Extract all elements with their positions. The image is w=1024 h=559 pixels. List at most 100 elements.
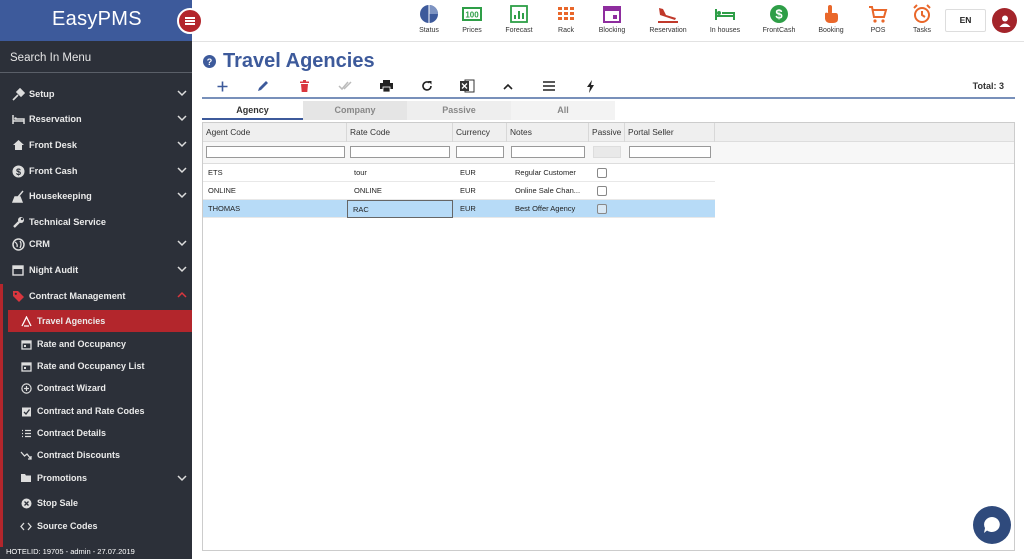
- app-logo[interactable]: EasyPMS: [52, 8, 142, 31]
- tab-passive[interactable]: Passive: [407, 101, 511, 120]
- column-header-portal-seller[interactable]: Portal Seller: [625, 123, 715, 142]
- top-toolbar: Status 100 Prices Forecast Rack Blocking…: [192, 0, 1024, 42]
- column-header-currency[interactable]: Currency: [453, 123, 507, 142]
- trend-down-icon: [20, 449, 32, 461]
- table-row-selected[interactable]: THOMAS RAC EUR Best Offer Agency: [203, 200, 715, 218]
- sidebar-item-label: Front Cash: [29, 166, 78, 176]
- toolbar-label: Tasks: [913, 27, 931, 34]
- sidebar-item-technical-service[interactable]: Technical Service: [0, 211, 192, 233]
- delete-button[interactable]: [296, 79, 312, 93]
- grid-filter-row: [203, 142, 1014, 164]
- menu-button[interactable]: [541, 79, 557, 93]
- lightning-icon: [586, 79, 594, 93]
- tab-all[interactable]: All: [511, 101, 615, 120]
- toolbar-in-houses[interactable]: In houses: [697, 4, 753, 38]
- app-root: EasyPMS Search In Menu Setup Reservation…: [0, 0, 1024, 559]
- page-title: Travel Agencies: [223, 50, 375, 72]
- sidebar-subitem-label: Contract and Rate Codes: [37, 406, 145, 416]
- column-header-notes[interactable]: Notes: [507, 123, 589, 142]
- grid-icon: [558, 7, 574, 20]
- folder-icon: [20, 472, 32, 484]
- sidebar-subitem-contract-wizard[interactable]: Contract Wizard: [8, 377, 192, 399]
- filter-portal-seller-input[interactable]: [629, 146, 711, 158]
- column-header-rate-code[interactable]: Rate Code: [347, 123, 453, 142]
- column-header-passive[interactable]: Passive: [589, 123, 625, 142]
- price-tag-icon: 100: [462, 7, 482, 21]
- calendar-icon: [20, 338, 32, 350]
- globe-icon: [11, 237, 25, 251]
- cell-rate-code: tour: [354, 168, 367, 177]
- passive-checkbox[interactable]: [597, 186, 607, 196]
- sidebar-item-reservation[interactable]: Reservation: [0, 108, 192, 130]
- add-button[interactable]: [214, 79, 230, 93]
- sidebar-subitem-travel-agencies[interactable]: Travel Agencies: [8, 310, 192, 332]
- hamburger-icon: [543, 81, 555, 91]
- sidebar-subitem-source-codes[interactable]: Source Codes: [8, 515, 192, 537]
- export-excel-button[interactable]: [459, 79, 475, 93]
- sidebar-item-front-cash[interactable]: $ Front Cash: [0, 160, 192, 182]
- user-profile-button[interactable]: [992, 8, 1017, 33]
- cell-agent-code: ETS: [208, 168, 223, 177]
- sidebar-item-contract-management[interactable]: Contract Management: [0, 285, 192, 307]
- filter-agent-code-input[interactable]: [206, 146, 345, 158]
- sidebar-subitem-contract-and-rate-codes[interactable]: Contract and Rate Codes: [8, 400, 192, 422]
- toolbar-label: Blocking: [598, 27, 626, 34]
- chat-button[interactable]: [973, 506, 1011, 544]
- sidebar-subitem-label: Source Codes: [37, 521, 98, 531]
- sidebar-subitem-label: Contract Wizard: [37, 383, 106, 393]
- toolbar-frontcash[interactable]: $ FrontCash: [751, 4, 807, 38]
- hamburger-icon: [185, 20, 195, 22]
- tab-company[interactable]: Company: [303, 101, 407, 120]
- sidebar-subitem-rate-and-occupancy-list[interactable]: Rate and Occupancy List: [8, 355, 192, 377]
- sidebar-item-crm[interactable]: CRM: [0, 233, 192, 255]
- chevron-down-icon: [177, 90, 187, 97]
- active-section-indicator: [0, 284, 3, 547]
- filter-currency-input[interactable]: [456, 146, 504, 158]
- search-menu-input[interactable]: Search In Menu: [0, 47, 192, 73]
- tag-icon: [11, 289, 25, 303]
- collapse-button[interactable]: [500, 79, 516, 93]
- help-icon[interactable]: ?: [203, 55, 216, 68]
- menu-toggle-button[interactable]: [177, 8, 203, 34]
- table-row[interactable]: ONLINE ONLINE EUR Online Sale Chan...: [203, 182, 715, 200]
- toolbar-label: FrontCash: [762, 27, 796, 34]
- sidebar-subitem-contract-discounts[interactable]: Contract Discounts: [8, 444, 192, 466]
- edit-button[interactable]: [255, 79, 271, 93]
- tab-agency[interactable]: Agency: [202, 101, 303, 120]
- filter-notes-input[interactable]: [511, 146, 585, 158]
- language-selector[interactable]: EN: [945, 9, 986, 32]
- dollar-icon: $: [770, 5, 788, 23]
- printer-icon: [379, 80, 393, 92]
- sidebar-item-label: CRM: [29, 239, 50, 249]
- sidebar-subitem-rate-and-occupancy[interactable]: Rate and Occupancy: [8, 333, 192, 355]
- sidebar-item-setup[interactable]: Setup: [0, 83, 192, 105]
- sidebar-item-front-desk[interactable]: Front Desk: [0, 134, 192, 156]
- toolbar-tasks[interactable]: Tasks: [894, 4, 950, 38]
- sidebar-subitem-promotions[interactable]: Promotions: [8, 467, 192, 489]
- sidebar-subitem-contract-details[interactable]: Contract Details: [8, 422, 192, 444]
- home-icon: [11, 138, 25, 152]
- filter-rate-code-input[interactable]: [350, 146, 450, 158]
- toolbar-blocking[interactable]: Blocking: [584, 4, 640, 38]
- column-header-agent-code[interactable]: Agent Code: [203, 123, 347, 142]
- toolbar-divider: [202, 97, 1015, 99]
- sidebar-item-night-audit[interactable]: Night Audit: [0, 259, 192, 281]
- passive-checkbox[interactable]: [597, 204, 607, 214]
- chevron-down-icon: [177, 266, 187, 273]
- sidebar-subitem-label: Contract Discounts: [37, 450, 121, 460]
- quick-action-button[interactable]: [582, 79, 598, 93]
- approve-button[interactable]: [337, 79, 353, 93]
- toolbar-reservation[interactable]: Reservation: [640, 4, 696, 38]
- table-row[interactable]: ETS tour EUR Regular Customer: [203, 164, 715, 182]
- refresh-button[interactable]: [419, 79, 435, 93]
- plus-icon: [217, 81, 227, 91]
- sidebar-item-label: Front Desk: [29, 140, 77, 150]
- sidebar-item-housekeeping[interactable]: Housekeeping: [0, 185, 192, 207]
- passive-checkbox[interactable]: [597, 168, 607, 178]
- sidebar-subitem-stop-sale[interactable]: Stop Sale: [8, 492, 192, 514]
- print-button[interactable]: [378, 79, 394, 93]
- toolbar-label: In houses: [709, 27, 741, 34]
- svg-text:$: $: [15, 167, 20, 177]
- double-check-icon: [338, 81, 352, 91]
- cell-rate-code-editing[interactable]: RAC: [347, 200, 453, 218]
